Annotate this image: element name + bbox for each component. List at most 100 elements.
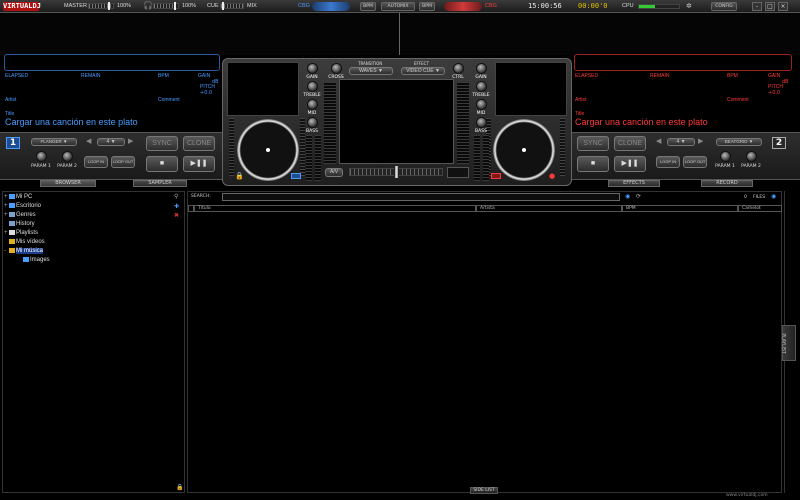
left-mini-waveform[interactable] — [4, 54, 220, 71]
left-keylock-button[interactable] — [291, 173, 301, 179]
left-pitch-slider[interactable] — [229, 118, 234, 176]
right-sync-button[interactable]: SYNC — [577, 136, 609, 151]
tree-item-label: Images — [30, 257, 50, 263]
automix-button[interactable]: AUTOMIX — [381, 2, 415, 11]
minimize-button[interactable]: - — [752, 2, 762, 11]
close-button[interactable]: × — [778, 2, 788, 11]
crossfader-curve-knob[interactable] — [331, 63, 342, 74]
right-play-pause-button[interactable]: ▶❚❚ — [614, 156, 646, 172]
search-refresh-icon[interactable]: ⟳ — [636, 193, 641, 200]
playlist-tab[interactable]: PLAYLIST — [781, 325, 796, 361]
master-volume-slider[interactable] — [88, 3, 114, 9]
column-title[interactable]: Título — [194, 205, 476, 212]
left-loop-select[interactable]: 4 ▼ — [97, 138, 125, 146]
right-effect-select[interactable]: BEATGRID ▼ — [716, 138, 762, 146]
tree-item[interactable]: + Playlists — [4, 230, 38, 236]
column-bpm[interactable]: BPM — [622, 205, 738, 212]
right-param1-knob[interactable] — [720, 151, 731, 162]
right-keylock-button[interactable] — [491, 173, 501, 179]
tag-icon[interactable]: ✲ — [686, 2, 692, 10]
left-treble-knob[interactable] — [307, 81, 318, 92]
headphone-volume-handle[interactable] — [174, 2, 176, 10]
right-gain-knob[interactable] — [476, 63, 487, 74]
tab-browser[interactable]: BROWSER — [40, 180, 96, 187]
bpm-right-button[interactable]: BPM — [419, 2, 435, 11]
tab-sampler[interactable]: SAMPLER — [133, 180, 187, 187]
right-cue-button[interactable]: ■ — [577, 156, 609, 172]
tree-item[interactable]: Mis vídeos — [4, 239, 45, 245]
transition-select[interactable]: WAVES ▼ — [349, 67, 393, 75]
files-settings-icon[interactable]: ◉ — [771, 193, 776, 200]
tree-item[interactable]: + Mi PC — [4, 194, 32, 200]
right-record-icon[interactable]: ● — [549, 172, 555, 180]
right-clone-button[interactable]: CLONE — [614, 136, 646, 151]
left-loop-prev-icon[interactable]: ◀ — [86, 137, 91, 145]
right-volume-fader[interactable] — [483, 135, 489, 181]
folder-tree[interactable] — [2, 191, 185, 493]
column-artist[interactable]: Artista — [476, 205, 622, 212]
chevron-down-icon: ▼ — [110, 139, 116, 145]
left-sync-button[interactable]: SYNC — [146, 136, 178, 151]
right-album-art — [495, 62, 567, 116]
side-list-button[interactable]: SIDE LIST — [470, 487, 498, 494]
right-loop-out-button[interactable]: LOOP OUT — [683, 156, 707, 168]
crossfader-config[interactable] — [447, 167, 469, 178]
crossfader-handle[interactable] — [394, 165, 399, 179]
master-volume-handle[interactable] — [108, 2, 110, 10]
left-param1-knob[interactable] — [36, 151, 47, 162]
left-loop-out-button[interactable]: LOOP OUT — [111, 156, 135, 168]
right-mid-knob[interactable] — [476, 99, 487, 110]
right-mini-waveform[interactable] — [574, 54, 792, 71]
tree-item[interactable]: - Mi música — [4, 248, 44, 254]
waveform-display[interactable] — [0, 13, 800, 55]
remove-folder-icon[interactable]: ✖ — [174, 212, 179, 219]
config-button[interactable]: CONFIG — [711, 2, 737, 11]
tree-item[interactable]: History — [4, 221, 35, 227]
master-label: MASTER — [64, 3, 87, 9]
left-cue-button[interactable]: ■ — [146, 156, 178, 172]
right-jog-center — [522, 148, 526, 152]
right-comment-label: Comment — [727, 97, 749, 103]
left-volume-fader[interactable] — [306, 135, 312, 181]
cue-mix-handle[interactable] — [222, 2, 224, 10]
tree-item[interactable]: Images — [18, 257, 50, 263]
left-bass-knob[interactable] — [307, 117, 318, 128]
column-camelot[interactable]: Camelot — [738, 205, 782, 212]
search-folder-icon[interactable]: ⚲ — [174, 193, 178, 200]
search-input[interactable] — [222, 193, 620, 201]
left-lock-icon[interactable]: 🔒 — [235, 172, 244, 180]
right-loop-in-button[interactable]: LOOP IN — [656, 156, 680, 168]
ctrl-knob[interactable] — [453, 63, 464, 74]
transition-select-value: WAVES — [359, 68, 377, 74]
right-loop-next-icon[interactable]: ▶ — [698, 137, 703, 145]
add-folder-icon[interactable]: ✚ — [174, 203, 179, 210]
lock-icon[interactable]: 🔒 — [176, 484, 183, 491]
right-loop-select[interactable]: 4 ▼ — [667, 138, 695, 146]
tab-record[interactable]: RECORD — [701, 180, 753, 187]
left-pitch-slider-2[interactable] — [300, 118, 305, 176]
right-treble-label: TREBLE — [472, 93, 490, 98]
right-treble-knob[interactable] — [476, 81, 487, 92]
video-effect-select[interactable]: VIDEO CUE ▼ — [401, 67, 445, 75]
file-list[interactable] — [187, 191, 782, 493]
right-loop-prev-icon[interactable]: ◀ — [656, 137, 661, 145]
maximize-button[interactable]: □ — [765, 2, 775, 11]
tab-effects[interactable]: EFFECTS — [608, 180, 660, 187]
left-mid-knob[interactable] — [307, 99, 318, 110]
left-play-pause-button[interactable]: ▶❚❚ — [183, 156, 215, 172]
av-button[interactable]: A/V — [325, 168, 343, 177]
left-param2-knob[interactable] — [62, 151, 73, 162]
left-clone-button[interactable]: CLONE — [183, 136, 215, 151]
bpm-left-button[interactable]: BPM — [360, 2, 376, 11]
left-loop-next-icon[interactable]: ▶ — [128, 137, 133, 145]
left-loop-in-button[interactable]: LOOP IN — [84, 156, 108, 168]
right-bass-knob[interactable] — [476, 117, 487, 128]
left-gain-knob[interactable] — [307, 63, 318, 74]
search-options-icon[interactable]: ◉ — [625, 193, 630, 200]
right-pitch-slider-2[interactable] — [560, 118, 565, 176]
right-param2-knob[interactable] — [746, 151, 757, 162]
tree-item[interactable]: + Escritorio — [4, 203, 41, 209]
left-effect-select[interactable]: FLANGER ▼ — [31, 138, 77, 146]
tree-item[interactable]: + Genres — [4, 212, 36, 218]
website-link[interactable]: www.virtualdj.com — [726, 493, 768, 498]
